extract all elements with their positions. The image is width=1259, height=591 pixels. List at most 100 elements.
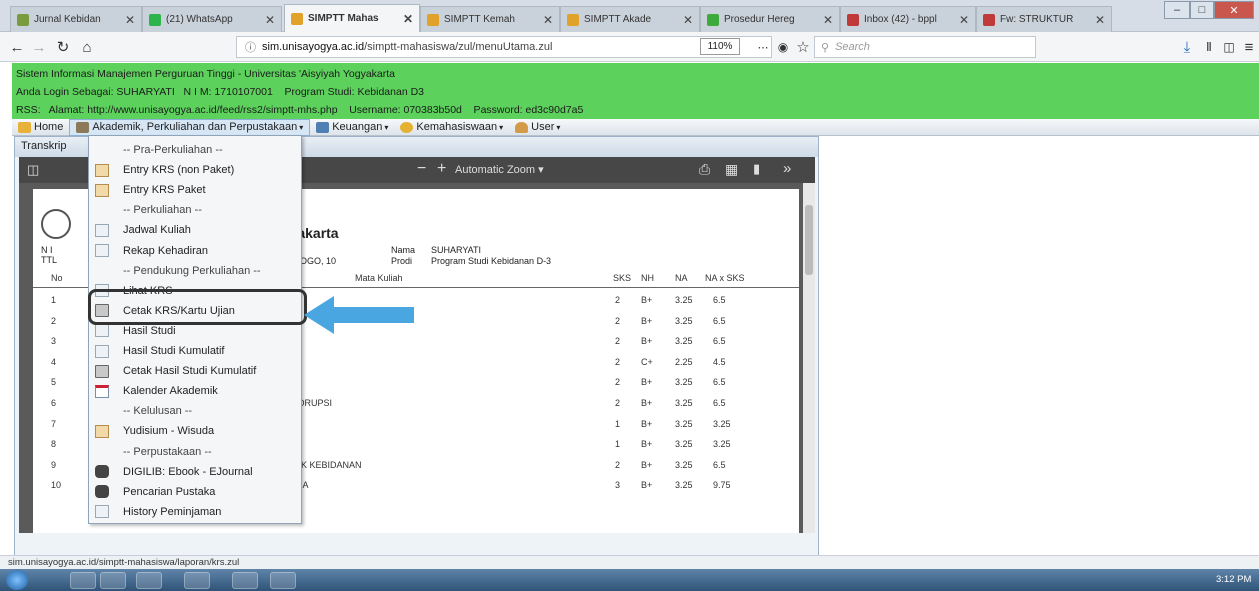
tab-close-icon[interactable]: ✕ — [125, 13, 135, 27]
menu-user-label: User — [531, 121, 555, 133]
menu-item-cetak-hasil-studi-kumulatif[interactable]: Cetak Hasil Studi Kumulatif — [89, 361, 301, 381]
reload-icon[interactable]: ↻ — [52, 36, 74, 58]
menu-item-label: Yudisium - Wisuda — [123, 425, 215, 438]
menu-item-yudisium-wisuda[interactable]: Yudisium - Wisuda — [89, 421, 301, 441]
cetak-krs-highlight-box — [88, 289, 307, 325]
hamburger-menu-icon[interactable]: ≡ — [1238, 36, 1259, 58]
pdf-zoom-in-icon[interactable]: + — [437, 160, 446, 178]
zoom-indicator[interactable]: 110% — [700, 38, 740, 55]
bookmark-star-icon[interactable]: ☆ — [792, 36, 814, 58]
start-button[interactable] — [6, 570, 28, 590]
cell-no: 6 — [51, 398, 57, 408]
cell-nh: B+ — [641, 459, 653, 470]
browser-tab[interactable]: SIMPTT Mahas ✕ — [284, 4, 420, 32]
menu-item-history-peminjaman[interactable]: History Peminjaman — [89, 502, 301, 522]
library-icon[interactable]: Ⅱ — [1198, 36, 1220, 58]
browser-tab[interactable]: SIMPTT Kemah ✕ — [420, 6, 560, 32]
status-url: sim.unisayogya.ac.id/simptt-mahasiswa/la… — [8, 557, 240, 568]
nim-label: N I — [41, 245, 53, 255]
cell-naxsks: 6.5 — [713, 377, 726, 388]
doc-icon — [95, 223, 109, 237]
menu-item-entry-krs-non-paket[interactable]: Entry KRS (non Paket) — [89, 160, 301, 180]
browser-tab[interactable]: SIMPTT Akade ✕ — [560, 6, 700, 32]
tab-title: Jurnal Kebidan — [34, 14, 101, 25]
menu-item-jadwal-kuliah[interactable]: Jadwal Kuliah — [89, 220, 301, 240]
menu-item-hasil-studi-kumulatif[interactable]: Hasil Studi Kumulatif — [89, 341, 301, 361]
taskbar-app-6[interactable] — [270, 572, 296, 589]
tab-favicon-icon — [567, 13, 579, 26]
taskbar-app-2[interactable] — [100, 572, 126, 589]
menu-user[interactable]: User ▾ — [509, 119, 566, 136]
home-icon[interactable]: ⌂ — [76, 36, 98, 58]
menu-akademik[interactable]: Akademik, Perkuliahan dan Perpustakaan ▾ — [69, 118, 311, 136]
menu-item-entry-krs-paket[interactable]: Entry KRS Paket — [89, 180, 301, 200]
menu-item-label: -- Kelulusan -- — [123, 405, 193, 418]
browser-tab[interactable]: Inbox (42) - bppl ✕ — [840, 6, 976, 32]
clock[interactable]: 3:12 PM — [1216, 574, 1251, 585]
pdf-bookmark-icon[interactable]: ▮ — [753, 161, 760, 177]
menu-keuangan[interactable]: Keuangan ▾ — [310, 119, 394, 136]
tab-close-icon[interactable]: ✕ — [403, 12, 413, 26]
page-actions-icon[interactable]: ⋯ — [752, 36, 774, 58]
pdf-scrollbar[interactable] — [803, 183, 815, 533]
url-bar[interactable]: ⓘ sim.unisayogya.ac.id/simptt-mahasiswa/… — [236, 36, 772, 58]
download-icon[interactable]: ⤓ — [1176, 36, 1198, 58]
pocket-icon[interactable]: ◉ — [772, 36, 794, 58]
tab-favicon-icon — [149, 13, 161, 26]
tab-close-icon[interactable]: ✕ — [1095, 13, 1105, 27]
pdf-sidebar-toggle-icon[interactable]: ◫ — [27, 162, 39, 178]
taskbar-app-1[interactable] — [70, 572, 96, 589]
col-nh: NH — [641, 273, 654, 283]
restore-button[interactable]: □ — [1190, 1, 1214, 19]
pdf-zoom-out-icon[interactable]: − — [417, 160, 426, 178]
cell-na: 3.25 — [675, 336, 693, 347]
menu-item-kalender-akademik[interactable]: Kalender Akademik — [89, 381, 301, 401]
pdf-tools-icon[interactable]: » — [783, 160, 791, 177]
close-window-button[interactable]: ✕ — [1214, 1, 1254, 19]
tab-favicon-icon — [707, 13, 719, 26]
form-icon — [95, 424, 109, 438]
menu-item-rekap-kehadiran[interactable]: Rekap Kehadiran — [89, 241, 301, 261]
chevron-down-icon: ▾ — [384, 122, 389, 132]
tab-close-icon[interactable]: ✕ — [959, 13, 969, 27]
doc-icon — [95, 344, 109, 358]
taskbar-app-5[interactable] — [232, 572, 258, 589]
search-input[interactable]: ⚲ Search — [814, 36, 1036, 58]
sidebar-icon[interactable]: ◫ — [1218, 36, 1240, 58]
pdf-zoom-select[interactable]: Automatic Zoom ▾ — [455, 163, 544, 176]
browser-tab[interactable]: Jurnal Kebidan ✕ — [10, 6, 142, 32]
pdf-scroll-thumb[interactable] — [805, 205, 813, 275]
tab-close-icon[interactable]: ✕ — [265, 13, 275, 27]
cell-na: 3.25 — [675, 315, 693, 326]
tab-title: SIMPTT Kemah — [444, 14, 515, 25]
taskbar-app-3[interactable] — [136, 572, 162, 589]
browser-tab[interactable]: Prosedur Hereg ✕ — [700, 6, 840, 32]
menu-kemahasiswaan[interactable]: Kemahasiswaan ▾ — [394, 119, 509, 136]
cell-naxsks: 6.5 — [713, 398, 726, 408]
menu-item-pencarian-pustaka[interactable]: Pencarian Pustaka — [89, 482, 301, 502]
cell-no: 10 — [51, 480, 62, 491]
back-icon[interactable]: ← — [6, 36, 28, 58]
forward-icon[interactable]: → — [28, 36, 50, 58]
menu-item-digilib-ebook-ejournal[interactable]: DIGILIB: Ebook - EJournal — [89, 462, 301, 482]
tab-close-icon[interactable]: ✕ — [823, 13, 833, 27]
cell-no: 2 — [51, 315, 57, 326]
cell-naxsks: 3.25 — [713, 439, 731, 450]
menu-item-label: -- Pendukung Perkuliahan -- — [123, 264, 261, 277]
browser-tab[interactable]: Fw: STRUKTUR ✕ — [976, 6, 1112, 32]
cell-naxsks: 9.75 — [713, 480, 731, 491]
minimize-button[interactable]: – — [1164, 1, 1190, 19]
site-info-icon[interactable]: ⓘ — [245, 39, 256, 55]
menu-home[interactable]: Home — [12, 119, 69, 136]
menu-akademik-label: Akademik, Perkuliahan dan Perpustakaan — [92, 121, 298, 133]
taskbar-app-4[interactable] — [184, 572, 210, 589]
panel-tab-title[interactable]: Transkrip — [21, 140, 66, 152]
tab-close-icon[interactable]: ✕ — [543, 13, 553, 27]
tab-close-icon[interactable]: ✕ — [683, 13, 693, 27]
pdf-print-icon[interactable]: ⎙ — [699, 161, 710, 178]
browser-tab[interactable]: (21) WhatsApp ✕ — [142, 6, 282, 32]
url-path: /simptt-mahasiswa/zul/menuUtama.zul — [364, 41, 553, 53]
windows-taskbar: 3:12 PM — [0, 569, 1259, 591]
pdf-download-icon[interactable]: ▦ — [725, 161, 738, 178]
menu-item-label: -- Pra-Perkuliahan -- — [123, 144, 223, 156]
